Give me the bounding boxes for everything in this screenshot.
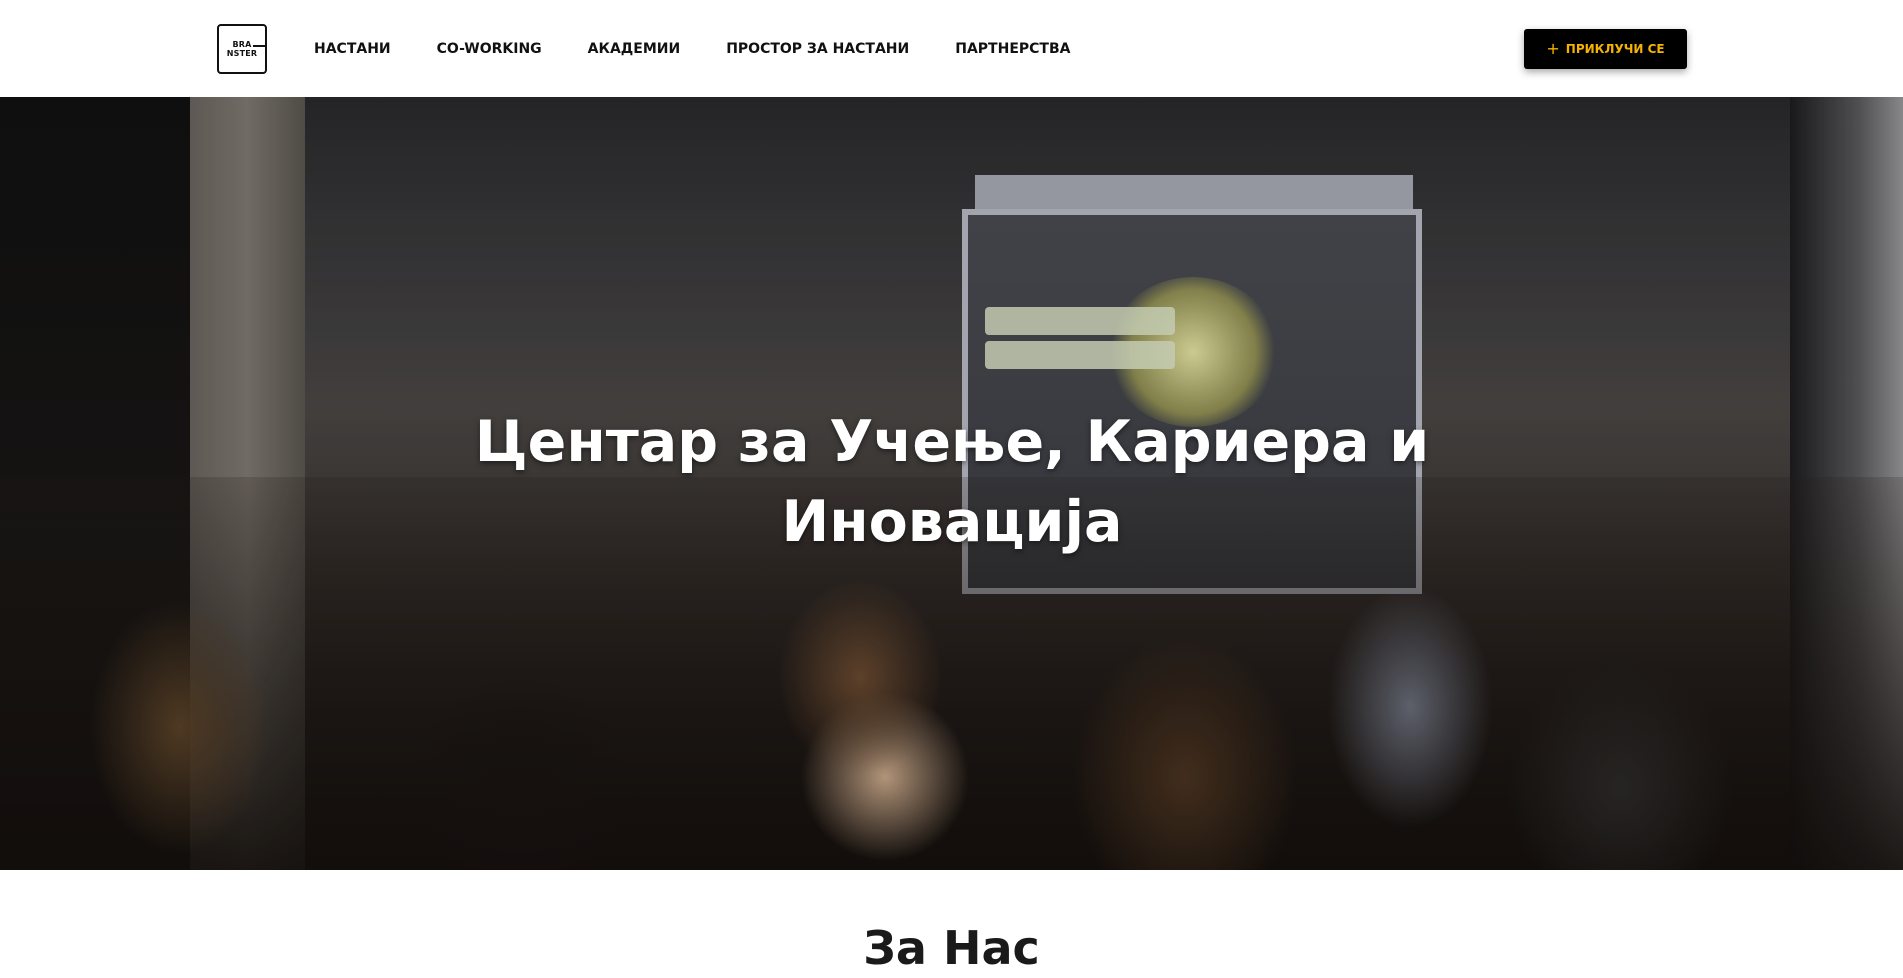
logo-text-line1: BRA bbox=[232, 40, 267, 49]
nav-item-events[interactable]: НАСТАНИ bbox=[314, 41, 391, 57]
join-button-label: ПРИКЛУЧИ СЕ bbox=[1565, 42, 1665, 56]
plus-icon: + bbox=[1546, 39, 1560, 58]
logo-text-line2: NSTER bbox=[226, 49, 258, 58]
hero-title: Центар за Учење, Кариера и Иновација bbox=[474, 409, 1430, 555]
branster-logo[interactable]: BRA NSTER bbox=[217, 24, 267, 74]
join-button[interactable]: + ПРИКЛУЧИ СЕ bbox=[1524, 29, 1687, 69]
about-section-title: За Нас bbox=[863, 921, 1040, 975]
nav-item-academies[interactable]: АКАДЕМИИ bbox=[588, 41, 681, 57]
nav-item-event-space[interactable]: ПРОСТОР ЗА НАСТАНИ bbox=[726, 41, 909, 57]
hero-section: Центар за Учење, Кариера и Иновација bbox=[0, 97, 1903, 870]
nav-item-partnerships[interactable]: ПАРТНЕРСТВА bbox=[955, 41, 1070, 57]
nav-item-coworking[interactable]: CO-WORKING bbox=[437, 41, 542, 57]
main-nav: НАСТАНИ CO-WORKING АКАДЕМИИ ПРОСТОР ЗА Н… bbox=[314, 0, 1116, 97]
site-header: BRA NSTER НАСТАНИ CO-WORKING АКАДЕМИИ ПР… bbox=[0, 0, 1903, 97]
